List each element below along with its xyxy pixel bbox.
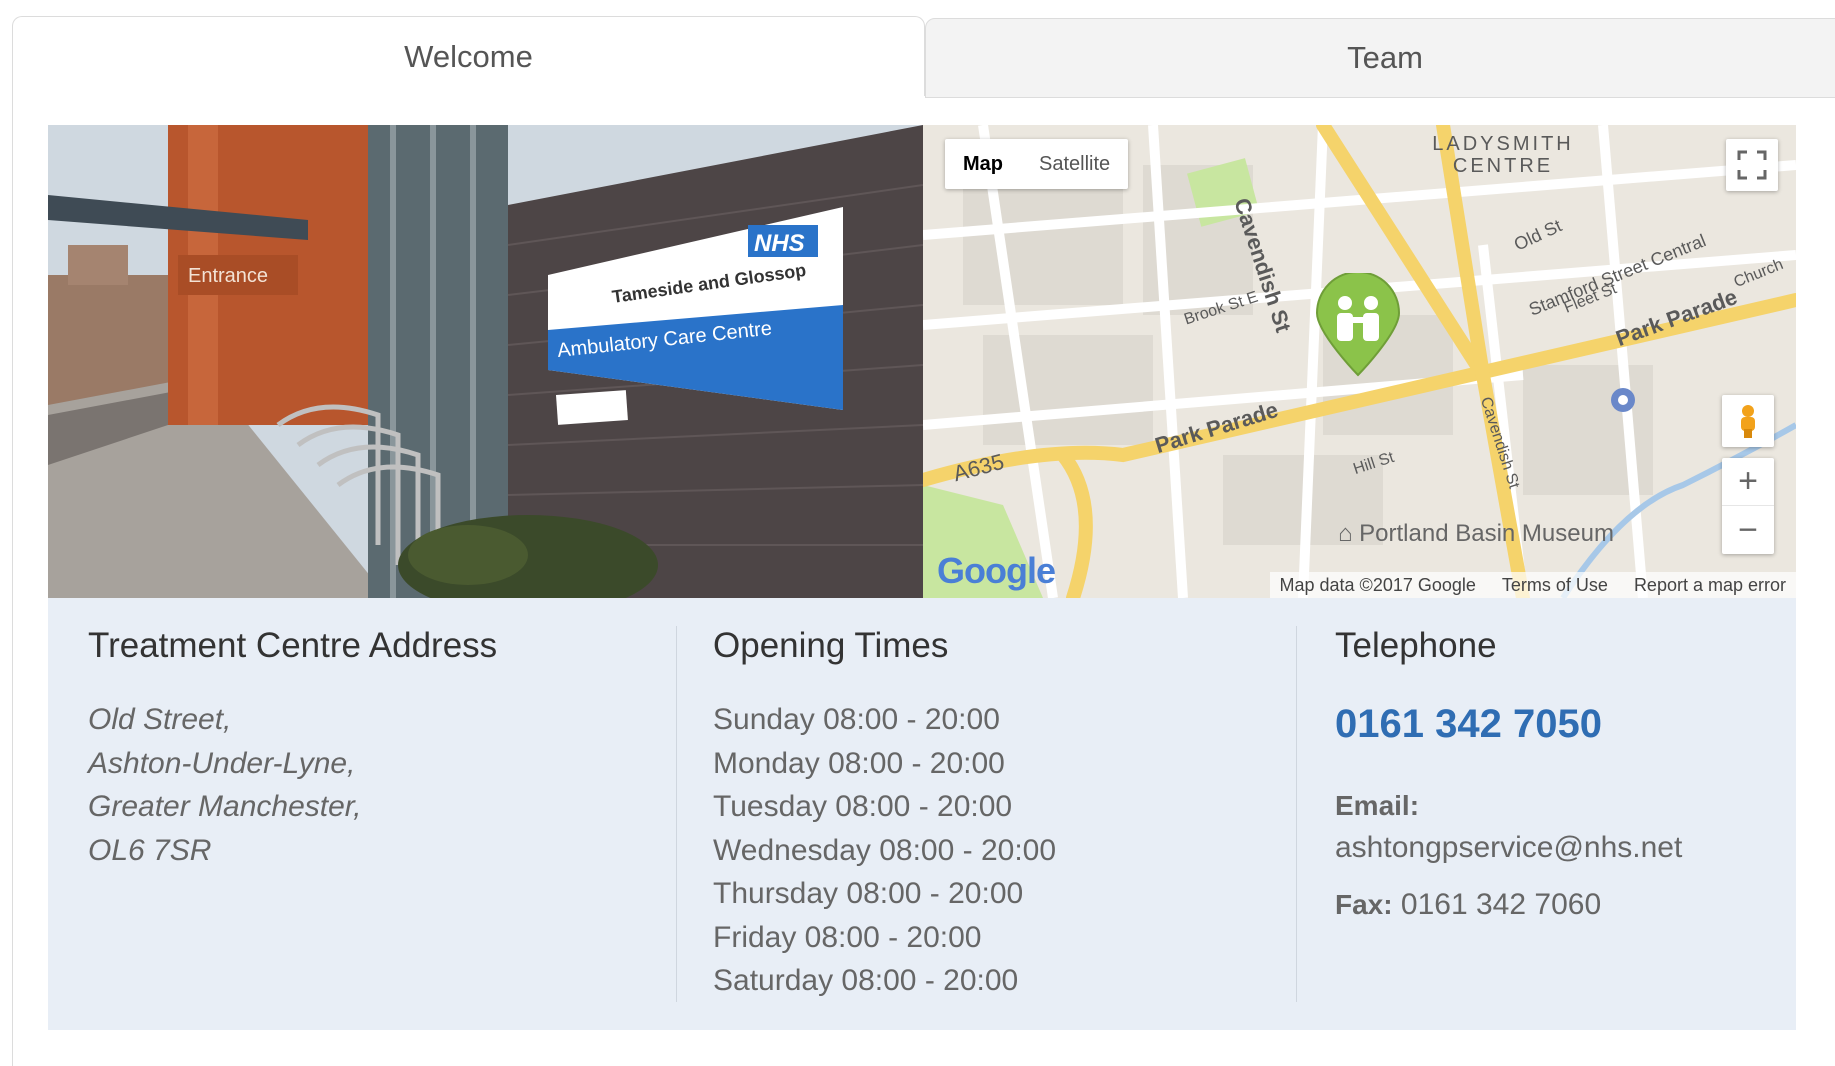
email-link[interactable]: ashtongpservice@nhs.net [1335,831,1682,865]
opening-times-list: Sunday 08:00 - 20:00 Monday 08:00 - 20:0… [713,698,1056,1003]
address-heading: Treatment Centre Address [88,626,498,665]
entrance-sign: Entrance [188,265,268,287]
column-divider [676,626,677,1002]
column-divider [1296,626,1297,1002]
opening-time-row: Wednesday 08:00 - 20:00 [713,833,1057,867]
fax-line: Fax: 0161 342 7060 [1335,888,1601,922]
zoom-out-button[interactable]: − [1722,506,1774,554]
map-terms-link[interactable]: Terms of Use [1502,575,1608,596]
location-map[interactable]: LADYSMITH CENTRE Cavendish St Park Parad… [923,125,1796,598]
address-line: Old Street, [88,703,232,736]
location-marker-icon[interactable] [1313,271,1403,378]
map-report-link[interactable]: Report a map error [1634,575,1786,596]
opening-time-row: Sunday 08:00 - 20:00 [713,703,1000,736]
telephone-heading: Telephone [1335,626,1497,665]
opening-times-column: Opening Times Sunday 08:00 - 20:00 Monda… [713,598,1263,1030]
address-lines: Old Street, Ashton-Under-Lyne, Greater M… [88,698,361,872]
pegman-icon[interactable] [1722,395,1774,447]
map-zoom-control: + − [1722,458,1774,554]
tab-welcome[interactable]: Welcome [12,16,925,96]
building-photo: Entrance NHS Tameside and Glossop Ambula… [48,125,923,598]
fullscreen-icon[interactable] [1726,139,1778,191]
address-line: Greater Manchester, [88,790,362,823]
opening-time-row: Tuesday 08:00 - 20:00 [713,790,1013,823]
opening-time-row: Saturday 08:00 - 20:00 [713,964,1019,997]
opening-time-row: Friday 08:00 - 20:00 [713,920,982,954]
phone-link[interactable]: 0161 342 7050 [1335,702,1602,747]
map-label-ladysmith: LADYSMITH CENTRE [1432,133,1574,177]
map-type-map-button[interactable]: Map [945,139,1021,189]
fax-label: Fax: [1335,889,1393,920]
map-footer: Map data ©2017 Google Terms of Use Repor… [1269,572,1796,598]
contact-info-panel: Treatment Centre Address Old Street, Ash… [48,598,1796,1030]
map-label-portland: ⌂ Portland Basin Museum [1338,520,1614,547]
address-line: OL6 7SR [88,833,212,867]
tab-welcome-label: Welcome [404,38,533,74]
map-type-satellite-button[interactable]: Satellite [1021,139,1128,189]
nhs-logo: NHS [754,230,805,257]
tab-team-label: Team [1347,40,1423,75]
opening-time-row: Monday 08:00 - 20:00 [713,746,1005,780]
google-logo-text: Google [937,550,1056,591]
map-type-control: Map Satellite [945,139,1129,189]
telephone-column: Telephone 0161 342 7050 Email: ashtongps… [1335,598,1795,1030]
opening-times-heading: Opening Times [713,626,949,665]
zoom-in-button[interactable]: + [1722,458,1774,506]
address-column: Treatment Centre Address Old Street, Ash… [88,598,648,1030]
email-label: Email: [1335,790,1420,821]
address-line: Ashton-Under-Lyne, [88,746,356,780]
google-logo[interactable]: Google [937,550,1056,592]
opening-time-row: Thursday 08:00 - 20:00 [713,877,1024,910]
map-data-attribution[interactable]: Map data ©2017 Google [1280,575,1476,596]
fax-number: 0161 342 7060 [1400,888,1602,921]
tab-team[interactable]: Team [925,18,1835,98]
